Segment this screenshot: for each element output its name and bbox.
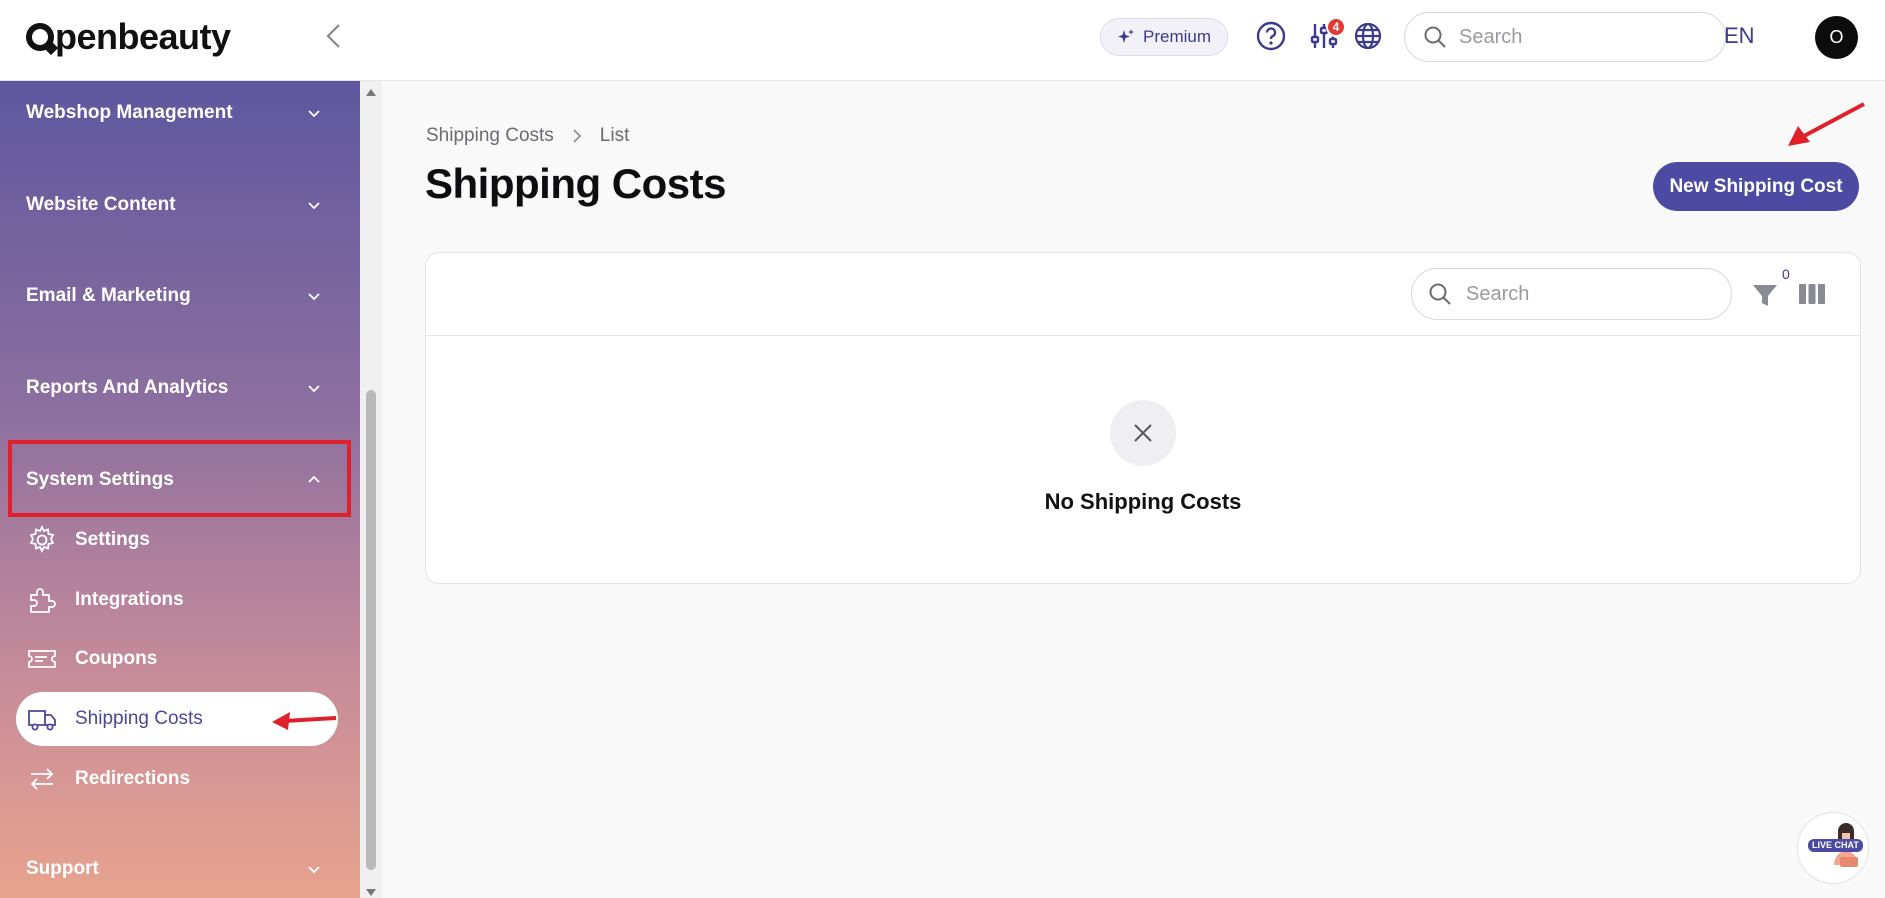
live-chat-button[interactable]: LIVE CHAT — [1797, 812, 1869, 884]
chevron-down-icon — [308, 293, 320, 301]
chevron-up-icon — [308, 475, 320, 483]
chevron-down-icon — [308, 866, 320, 874]
table-toolbar: 0 — [426, 253, 1860, 336]
sidebar-section-label: System Settings — [26, 469, 174, 490]
scroll-up-icon[interactable] — [365, 87, 377, 97]
sidebar-section-email-marketing[interactable]: Email & Marketing — [26, 276, 326, 316]
sidebar-section-webshop-management[interactable]: Webshop Management — [26, 93, 326, 133]
sidebar-item-label: Coupons — [75, 648, 158, 669]
page-title: Shipping Costs — [425, 160, 727, 207]
new-shipping-cost-button[interactable]: New Shipping Cost — [1653, 162, 1859, 211]
collapse-sidebar-icon[interactable] — [322, 22, 346, 50]
global-search-input[interactable] — [1459, 25, 1679, 49]
search-icon — [1424, 26, 1446, 48]
table-search-input[interactable] — [1466, 282, 1686, 306]
sidebar-scrollbar[interactable] — [360, 81, 382, 898]
top-bar: penbeauty Premium 4 EN O — [0, 0, 1885, 81]
columns-icon[interactable] — [1798, 282, 1826, 306]
sidebar-section-support[interactable]: Support — [26, 849, 326, 889]
sidebar-item-label: Settings — [75, 529, 150, 550]
breadcrumb-parent[interactable]: Shipping Costs — [426, 125, 554, 147]
sidebar-section-label: Email & Marketing — [26, 285, 191, 306]
sidebar: Webshop Management Website Content Email… — [0, 81, 360, 898]
filter-icon[interactable] — [1751, 281, 1779, 309]
ticket-icon — [28, 650, 56, 668]
sidebar-section-label: Support — [26, 858, 99, 879]
scrollbar-thumb[interactable] — [366, 390, 376, 870]
global-search[interactable] — [1404, 12, 1726, 62]
empty-state-message: No Shipping Costs — [1044, 489, 1242, 514]
live-chat-label: LIVE CHAT — [1808, 839, 1863, 852]
red-arrow-annotation — [1788, 102, 1865, 146]
arrows-icon — [30, 768, 54, 790]
truck-icon — [28, 710, 56, 731]
help-icon[interactable] — [1255, 20, 1287, 52]
sidebar-item-redirections[interactable]: Redirections — [16, 752, 338, 806]
logo-mark — [26, 23, 54, 51]
sidebar-item-coupons[interactable]: Coupons — [16, 632, 338, 686]
chevron-right-icon — [573, 129, 581, 143]
sidebar-section-reports-analytics[interactable]: Reports And Analytics — [26, 368, 326, 408]
sidebar-section-label: Reports And Analytics — [26, 377, 229, 398]
chevron-down-icon — [308, 110, 320, 118]
shipping-costs-table: 0 No Shipping Costs — [425, 252, 1861, 584]
search-icon — [1429, 283, 1451, 305]
table-search[interactable] — [1411, 268, 1732, 320]
scroll-down-icon[interactable] — [365, 888, 377, 898]
sidebar-section-label: Website Content — [26, 194, 176, 215]
premium-button[interactable]: Premium — [1100, 18, 1228, 56]
sidebar-item-integrations[interactable]: Integrations — [16, 573, 338, 627]
sidebar-item-settings[interactable]: Settings — [16, 513, 338, 567]
premium-label: Premium — [1143, 27, 1212, 46]
user-avatar[interactable]: O — [1815, 16, 1858, 59]
sidebar-item-label: Integrations — [75, 589, 184, 610]
breadcrumb-current: List — [599, 125, 630, 146]
sidebar-item-label: Redirections — [75, 768, 191, 789]
notification-badge: 4 — [1326, 17, 1346, 37]
chevron-down-icon — [308, 202, 320, 210]
logo-text: penbeauty — [55, 16, 231, 57]
language-switcher[interactable]: EN — [1724, 23, 1755, 49]
breadcrumb: Shipping Costs List — [426, 125, 629, 147]
brand-logo[interactable]: penbeauty — [26, 16, 231, 58]
sidebar-section-label: Webshop Management — [26, 102, 233, 123]
gear-icon — [29, 524, 55, 554]
sidebar-section-system-settings[interactable]: System Settings — [26, 460, 326, 500]
filter-count: 0 — [1782, 266, 1790, 282]
globe-icon[interactable] — [1352, 20, 1384, 52]
sparkle-icon — [1118, 29, 1134, 43]
red-arrow-annotation — [272, 712, 337, 730]
sidebar-item-label: Shipping Costs — [75, 708, 203, 729]
chevron-down-icon — [308, 385, 320, 393]
empty-state-icon — [1110, 400, 1176, 466]
sidebar-section-website-content[interactable]: Website Content — [26, 185, 326, 225]
close-icon — [1134, 424, 1152, 442]
puzzle-icon — [30, 588, 56, 613]
